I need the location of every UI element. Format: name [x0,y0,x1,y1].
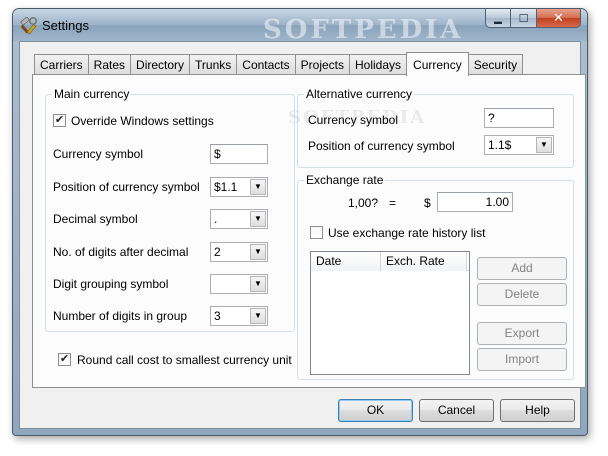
position-currency-select[interactable]: $1.1 ▼ [210,177,268,197]
help-button[interactable]: Help [500,399,575,422]
tab-holidays[interactable]: Holidays [349,54,408,75]
override-windows-label: Override Windows settings [71,114,214,128]
main-currency-group: Main currency ✔ Override Windows setting… [45,87,295,332]
tab-carriers[interactable]: Carriers [34,54,89,75]
chevron-down-icon[interactable]: ▼ [250,179,266,195]
column-header-exch-rate[interactable]: Exch. Rate [381,252,467,271]
maximize-icon: ☐ [518,12,529,25]
exchange-equals-sign: = [389,196,397,210]
grouping-symbol-select[interactable]: ▼ [210,274,268,294]
decimal-symbol-label: Decimal symbol [53,212,138,226]
cancel-button[interactable]: Cancel [419,399,494,422]
decimal-symbol-select[interactable]: . ▼ [210,209,268,229]
export-button[interactable]: Export [477,322,567,345]
position-currency-label: Position of currency symbol [53,180,200,194]
currency-tab-panel: Main currency ✔ Override Windows setting… [32,74,586,388]
alt-position-value: 1.1$ [488,138,512,152]
exchange-rate-input[interactable]: 1.00 [437,192,513,212]
digits-in-group-label: Number of digits in group [53,309,188,323]
check-icon: ✔ [59,353,70,365]
close-icon: ✕ [553,10,564,25]
tab-currency[interactable]: Currency [406,52,469,76]
tab-rates[interactable]: Rates [87,54,132,75]
currency-symbol-label: Currency symbol [53,147,144,161]
digits-after-decimal-value: 2 [214,245,221,259]
ok-button[interactable]: OK [338,399,413,422]
exchange-left-amount: 1,00? [348,196,379,210]
history-list-checkbox[interactable] [310,226,323,239]
tab-strip: Carriers Rates Directory Trunks Contacts… [34,51,524,76]
tab-security[interactable]: Security [467,54,524,75]
exchange-dollar-sign: $ [424,196,431,210]
close-button[interactable]: ✕ [537,9,581,28]
exchange-history-header: Date Exch. Rate [311,252,469,271]
alt-currency-symbol-input[interactable]: ? [484,108,554,128]
title-bar[interactable]: Settings SOFTPEDIA ▬ ☐ ✕ [13,9,587,45]
check-icon: ✔ [54,114,65,126]
window-title: Settings [42,18,89,33]
tools-icon [20,17,37,35]
history-list-label: Use exchange rate history list [328,226,486,240]
maximize-button[interactable]: ☐ [511,9,537,28]
settings-window: Settings SOFTPEDIA ▬ ☐ ✕ Carriers Rates … [12,8,588,436]
digits-after-decimal-select[interactable]: 2 ▼ [210,242,268,262]
main-currency-group-label: Main currency [52,87,132,101]
chevron-down-icon[interactable]: ▼ [250,276,266,292]
exchange-history-list[interactable]: Date Exch. Rate [310,251,470,375]
exchange-rate-group: Exchange rate 1,00? = $ 1.00 Use exchang… [297,173,574,380]
alt-position-select[interactable]: 1.1$ ▼ [484,135,554,155]
digits-in-group-select[interactable]: 3 ▼ [210,306,268,326]
chevron-down-icon[interactable]: ▼ [250,211,266,227]
dialog-client-area: Carriers Rates Directory Trunks Contacts… [19,41,586,429]
digits-in-group-value: 3 [214,309,221,323]
grouping-symbol-label: Digit grouping symbol [53,277,169,291]
alternative-currency-group-label: Alternative currency [304,87,415,101]
exchange-rate-group-label: Exchange rate [304,173,386,187]
tab-directory[interactable]: Directory [130,54,191,75]
add-button[interactable]: Add [477,257,567,280]
tab-trunks[interactable]: Trunks [189,54,238,75]
chevron-down-icon[interactable]: ▼ [250,244,266,260]
position-currency-value: $1.1 [214,180,238,194]
round-cost-checkbox[interactable]: ✔ [58,353,71,366]
alt-position-label: Position of currency symbol [308,139,455,153]
delete-button[interactable]: Delete [477,283,567,306]
column-header-date[interactable]: Date [311,252,381,271]
alt-currency-symbol-label: Currency symbol [308,113,399,127]
currency-symbol-input[interactable]: $ [210,144,268,164]
tab-projects[interactable]: Projects [294,54,350,75]
digits-after-decimal-label: No. of digits after decimal [53,245,189,259]
round-cost-label: Round call cost to smallest currency uni… [77,353,292,367]
chevron-down-icon[interactable]: ▼ [250,308,266,324]
decimal-symbol-value: . [214,212,218,226]
import-button[interactable]: Import [477,348,567,371]
alternative-currency-group: Alternative currency SOFTPEDIA Currency … [288,87,574,168]
tab-contacts[interactable]: Contacts [236,54,296,75]
minimize-button[interactable]: ▬ [485,9,511,28]
override-windows-checkbox[interactable]: ✔ [53,114,66,127]
minimize-icon: ▬ [494,16,502,26]
chevron-down-icon[interactable]: ▼ [536,137,552,153]
window-controls: ▬ ☐ ✕ [485,9,581,29]
